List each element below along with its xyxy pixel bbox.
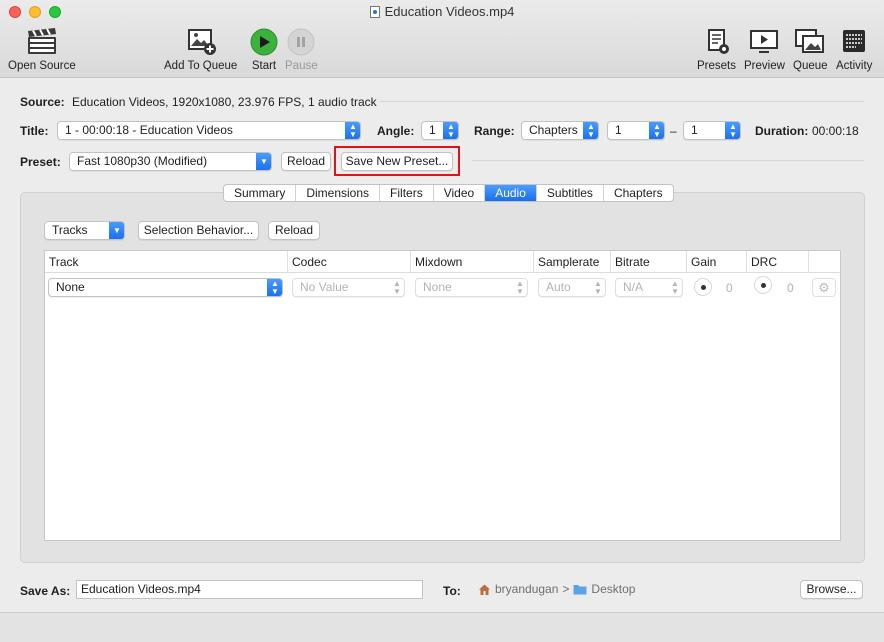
samplerate-select[interactable]: Auto ▲ ▼ [538,278,606,297]
destination-path[interactable]: bryandugan > Desktop [478,582,635,596]
window-title: Education Videos.mp4 [0,4,884,19]
gain-knob[interactable] [694,278,712,296]
toolbar: Education Videos.mp4 Open Source Add To … [0,0,884,78]
range-dash: – [670,124,677,138]
handbrake-window: Education Videos.mp4 Open Source Add To … [0,0,884,642]
chevron-down-icon: ▼ [109,222,124,239]
gear-icon[interactable]: ⚙ [812,278,836,297]
range-label: Range: [474,124,515,138]
queue-photos-icon [794,28,826,56]
gain-value: 0 [726,281,733,295]
mixdown-select[interactable]: None ▲ ▼ [415,278,528,297]
save-as-label: Save As: [20,584,71,598]
status-bar [0,612,884,642]
activity-button[interactable]: Activity [836,28,872,72]
popup-arrows-icon: ▲ ▼ [516,278,524,296]
tab-video[interactable]: Video [434,185,486,201]
path-separator: > [562,582,570,596]
column-codec[interactable]: Codec [288,251,411,273]
path-user: bryandugan [495,582,559,596]
tab-bar: Summary Dimensions Filters Video Audio S… [223,184,674,202]
preset-reload-button[interactable]: Reload [281,152,331,171]
popup-arrows-icon: ▲ ▼ [671,278,679,296]
tab-filters[interactable]: Filters [380,185,434,201]
source-value: Education Videos, 1920x1080, 23.976 FPS,… [72,95,377,109]
tab-summary[interactable]: Summary [224,185,297,201]
popup-arrows-icon: ▲ ▼ [393,278,401,296]
selection-behavior-button[interactable]: Selection Behavior... [138,221,259,240]
tab-chapters[interactable]: Chapters [604,185,673,201]
start-button[interactable]: Start [248,28,280,72]
clapperboard-icon [26,28,58,56]
source-label: Source: [20,95,65,109]
range-start-popup[interactable]: 1 ▲ ▼ [607,121,665,140]
table-header: Track Codec Mixdown Samplerate Bitrate G… [45,251,840,273]
chevron-down-icon: ▼ [256,153,271,170]
popup-arrows-icon: ▲ ▼ [725,122,740,139]
angle-label: Angle: [377,124,415,138]
drc-knob[interactable] [754,276,772,294]
tab-audio[interactable]: Audio [485,185,537,201]
angle-popup[interactable]: 1 ▲ ▼ [421,121,459,140]
monitor-play-icon [748,28,780,56]
column-samplerate[interactable]: Samplerate [534,251,611,273]
preset-label: Preset: [20,155,61,169]
pause-icon [285,28,317,56]
source-divider [380,101,864,102]
add-to-queue-button[interactable]: Add To Queue [164,28,237,72]
open-source-button[interactable]: Open Source [8,28,76,72]
path-folder: Desktop [591,582,636,596]
popup-arrows-icon: ▲ ▼ [267,279,282,296]
activity-log-icon [838,28,870,56]
audio-reload-button[interactable]: Reload [268,221,320,240]
popup-arrows-icon: ▲ ▼ [583,122,598,139]
queue-button[interactable]: Queue [793,28,828,72]
tracks-popup[interactable]: Tracks ▼ [44,221,125,240]
popup-arrows-icon: ▲ ▼ [443,122,458,139]
photos-add-icon [185,28,217,56]
track-select[interactable]: None ▲ ▼ [48,278,283,297]
presets-icon [701,28,733,56]
title-label: Title: [20,124,49,138]
duration-value: 00:00:18 [812,124,859,138]
document-icon [369,6,380,18]
popup-arrows-icon: ▲ ▼ [649,122,664,139]
codec-select[interactable]: No Value ▲ ▼ [292,278,405,297]
column-gain[interactable]: Gain [687,251,747,273]
folder-icon [573,585,587,595]
pause-button[interactable]: Pause [285,28,318,72]
browse-button[interactable]: Browse... [800,580,863,599]
column-settings [809,251,840,273]
column-bitrate[interactable]: Bitrate [611,251,687,273]
presets-button[interactable]: Presets [697,28,736,72]
popup-arrows-icon: ▲ ▼ [594,278,602,296]
duration-label: Duration: [755,124,809,138]
to-label: To: [443,584,461,598]
highlight-box [334,146,460,176]
save-as-field[interactable]: Education Videos.mp4 [76,580,423,599]
bitrate-select[interactable]: N/A ▲ ▼ [615,278,683,297]
title-popup[interactable]: 1 - 00:00:18 - Education Videos ▲ ▼ [57,121,361,140]
column-track[interactable]: Track [45,251,288,273]
preview-button[interactable]: Preview [744,28,785,72]
range-type-popup[interactable]: Chapters ▲ ▼ [521,121,599,140]
drc-value: 0 [787,281,794,295]
tab-dimensions[interactable]: Dimensions [296,185,381,201]
preset-popup[interactable]: Fast 1080p30 (Modified) ▼ [69,152,272,171]
play-icon [248,28,280,56]
preset-divider [472,160,864,161]
range-end-popup[interactable]: 1 ▲ ▼ [683,121,741,140]
home-icon [479,584,490,595]
column-drc[interactable]: DRC [747,251,809,273]
popup-arrows-icon: ▲ ▼ [345,122,360,139]
column-mixdown[interactable]: Mixdown [411,251,534,273]
tab-subtitles[interactable]: Subtitles [537,185,604,201]
